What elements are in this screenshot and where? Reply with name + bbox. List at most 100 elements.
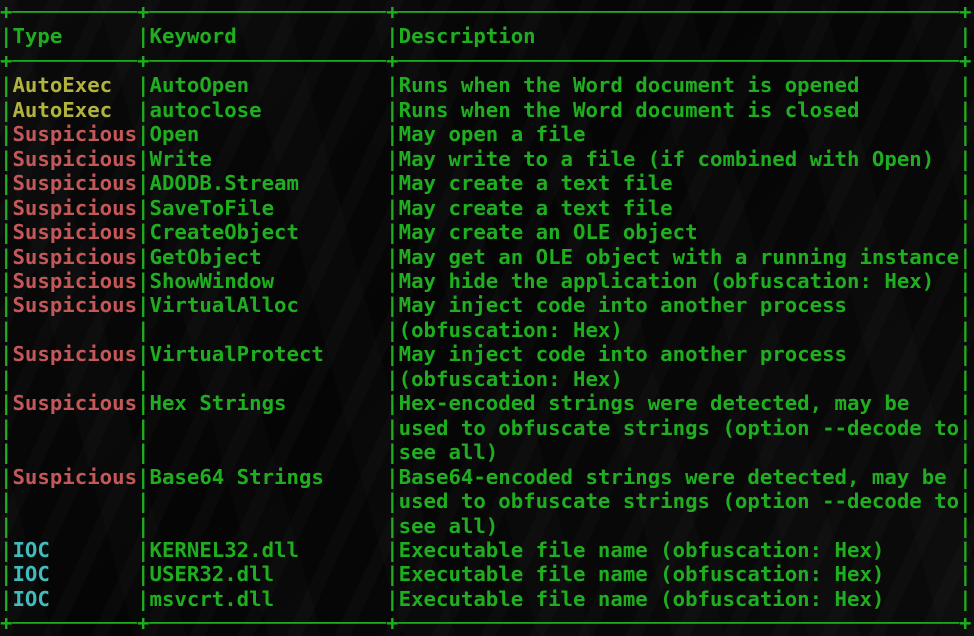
table-border-line: +──────────+───────────────────+────────… bbox=[0, 49, 971, 73]
cell-type: AutoExec bbox=[12, 73, 137, 97]
cell-keyword bbox=[150, 489, 387, 513]
cell-keyword: VirtualProtect bbox=[150, 342, 387, 366]
table-border-pipe: | bbox=[0, 416, 12, 440]
table-border-pipe: | bbox=[386, 562, 398, 586]
cell-description: (obfuscation: Hex) bbox=[399, 367, 959, 391]
cell-type: Suspicious bbox=[12, 147, 137, 171]
terminal-screen[interactable]: +──────────+───────────────────+────────… bbox=[0, 0, 974, 636]
cell-description: May hide the application (obfuscation: H… bbox=[399, 269, 959, 293]
table-border-pipe: | bbox=[386, 147, 398, 171]
cell-keyword: GetObject bbox=[150, 245, 387, 269]
table-border-pipe: | bbox=[386, 171, 398, 195]
table-border-pipe: | bbox=[959, 171, 971, 195]
table-row: |IOC |msvcrt.dll |Executable file name (… bbox=[0, 587, 972, 611]
cell-type: Suspicious bbox=[12, 293, 137, 317]
table-border-pipe: | bbox=[0, 587, 12, 611]
table-border-line: +──────────+───────────────────+────────… bbox=[0, 611, 971, 635]
table-border-pipe: | bbox=[0, 489, 12, 513]
table-border-pipe: | bbox=[386, 196, 398, 220]
table-border-pipe: | bbox=[137, 147, 149, 171]
table-border-pipe: | bbox=[386, 514, 398, 538]
table-border-pipe: | bbox=[959, 245, 971, 269]
table-border-pipe: | bbox=[0, 171, 12, 195]
table-border-pipe: | bbox=[959, 562, 971, 586]
cell-description: see all) bbox=[399, 440, 959, 464]
table-row: |Suspicious|Open |May open a file | bbox=[0, 122, 972, 146]
cell-description: Executable file name (obfuscation: Hex) bbox=[399, 562, 959, 586]
cell-type: Suspicious bbox=[12, 342, 137, 366]
table-border-pipe: | bbox=[386, 440, 398, 464]
cell-keyword bbox=[150, 514, 387, 538]
cell-keyword: VirtualAlloc bbox=[150, 293, 387, 317]
table-border-pipe: | bbox=[137, 391, 149, 415]
cell-keyword: SaveToFile bbox=[150, 196, 387, 220]
table-border-pipe: | bbox=[386, 465, 398, 489]
cell-description: May create a text file bbox=[399, 196, 959, 220]
table-border-line: +──────────+───────────────────+────────… bbox=[0, 0, 971, 24]
table-border-pipe: | bbox=[137, 171, 149, 195]
table-border-pipe: | bbox=[959, 269, 971, 293]
table-row: |Suspicious|ShowWindow |May hide the app… bbox=[0, 269, 972, 293]
table-border-pipe: | bbox=[386, 391, 398, 415]
cell-description: Runs when the Word document is opened bbox=[399, 73, 959, 97]
cell-description: Executable file name (obfuscation: Hex) bbox=[399, 587, 959, 611]
table-border-row: +──────────+───────────────────+────────… bbox=[0, 0, 972, 24]
cell-type bbox=[12, 318, 137, 342]
cell-keyword bbox=[150, 367, 387, 391]
cell-description: Hex-encoded strings were detected, may b… bbox=[399, 391, 959, 415]
cell-description: Base64-encoded strings were detected, ma… bbox=[399, 465, 959, 489]
cell-description: May open a file bbox=[399, 122, 959, 146]
cell-description: May create an OLE object bbox=[399, 220, 959, 244]
column-header-type: Type bbox=[12, 24, 137, 48]
table-border-pipe: | bbox=[0, 465, 12, 489]
cell-type: Suspicious bbox=[12, 245, 137, 269]
table-border-pipe: | bbox=[137, 538, 149, 562]
cell-keyword: Open bbox=[150, 122, 387, 146]
table-row: |Suspicious|Hex Strings |Hex-encoded str… bbox=[0, 391, 972, 415]
cell-keyword bbox=[150, 440, 387, 464]
table-border-pipe: | bbox=[137, 318, 149, 342]
table-row: |Suspicious|ADODB.Stream |May create a t… bbox=[0, 171, 972, 195]
column-header-description: Description bbox=[399, 24, 959, 48]
table-border-pipe: | bbox=[137, 73, 149, 97]
table-row: | | |(obfuscation: Hex) | bbox=[0, 318, 972, 342]
table-border-pipe: | bbox=[0, 73, 12, 97]
table-border-pipe: | bbox=[137, 220, 149, 244]
terminal-output: +──────────+───────────────────+────────… bbox=[0, 0, 972, 636]
table-border-pipe: | bbox=[959, 465, 971, 489]
cell-keyword: ShowWindow bbox=[150, 269, 387, 293]
table-row: |Suspicious|VirtualProtect |May inject c… bbox=[0, 342, 972, 366]
table-border-pipe: | bbox=[137, 367, 149, 391]
table-border-pipe: | bbox=[386, 416, 398, 440]
table-row: |Suspicious|VirtualAlloc |May inject cod… bbox=[0, 293, 972, 317]
table-border-pipe: | bbox=[0, 147, 12, 171]
cell-keyword bbox=[150, 416, 387, 440]
table-border-pipe: | bbox=[137, 98, 149, 122]
table-border-pipe: | bbox=[959, 416, 971, 440]
table-row: |Suspicious|CreateObject |May create an … bbox=[0, 220, 972, 244]
table-border-pipe: | bbox=[137, 196, 149, 220]
cell-keyword bbox=[150, 318, 387, 342]
table-border-pipe: | bbox=[0, 318, 12, 342]
table-border-pipe: | bbox=[0, 562, 12, 586]
table-border-pipe: | bbox=[137, 416, 149, 440]
table-border-pipe: | bbox=[386, 367, 398, 391]
cell-keyword: ADODB.Stream bbox=[150, 171, 387, 195]
table-border-pipe: | bbox=[386, 98, 398, 122]
table-border-pipe: | bbox=[386, 342, 398, 366]
cell-keyword: AutoOpen bbox=[150, 73, 387, 97]
table-border-pipe: | bbox=[959, 391, 971, 415]
cell-type: Suspicious bbox=[12, 269, 137, 293]
table-row: | | |used to obfuscate strings (option -… bbox=[0, 489, 972, 513]
cell-type: AutoExec bbox=[12, 98, 137, 122]
cell-type bbox=[12, 367, 137, 391]
table-row: | | |see all) | bbox=[0, 514, 972, 538]
table-border-pipe: | bbox=[386, 318, 398, 342]
cell-description: used to obfuscate strings (option --deco… bbox=[399, 489, 959, 513]
table-row: |AutoExec |AutoOpen |Runs when the Word … bbox=[0, 73, 972, 97]
table-border-pipe: | bbox=[959, 293, 971, 317]
table-border-pipe: | bbox=[386, 538, 398, 562]
table-border-pipe: | bbox=[137, 293, 149, 317]
cell-type: Suspicious bbox=[12, 122, 137, 146]
cell-type: IOC bbox=[12, 538, 137, 562]
